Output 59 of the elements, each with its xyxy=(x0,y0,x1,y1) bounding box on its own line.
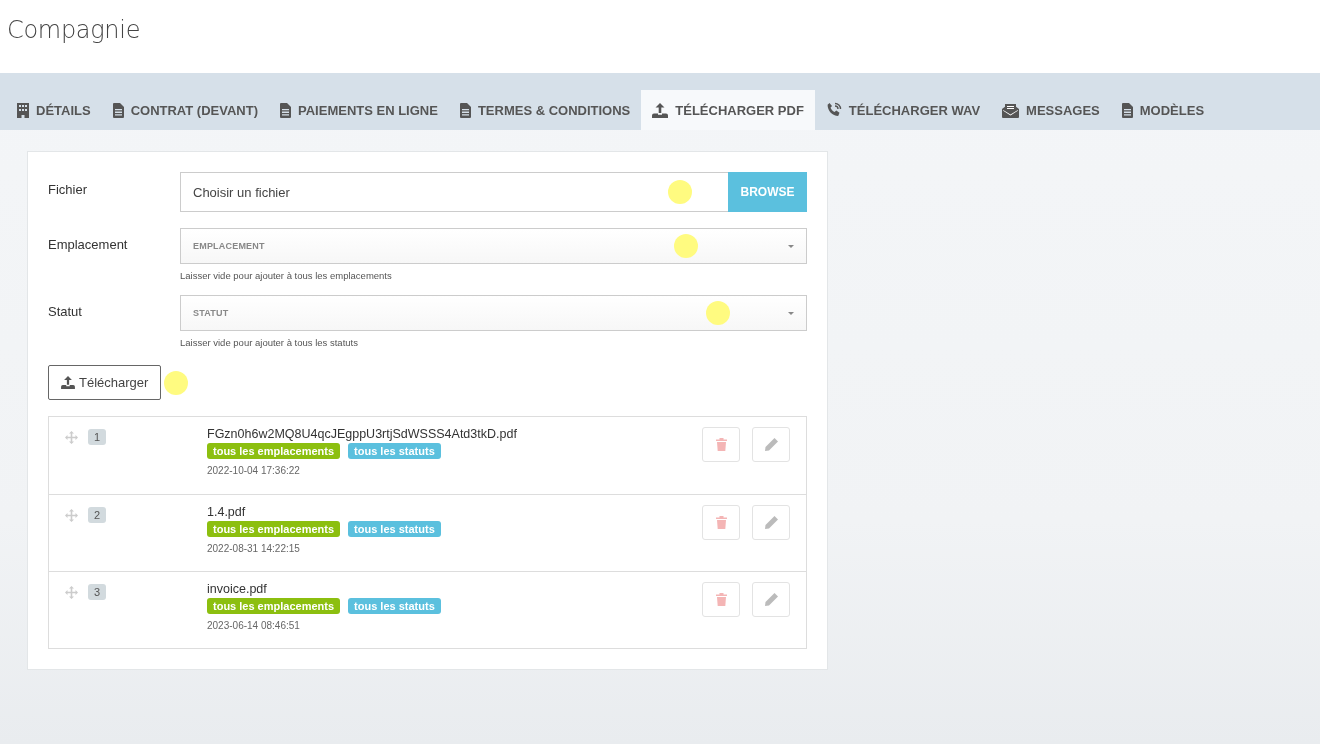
document-icon xyxy=(112,102,124,118)
caret-icon xyxy=(788,244,794,248)
pencil-icon xyxy=(764,593,778,606)
file-name: FGzn0h6w2MQ8U4qcJEgppU3rtjSdWSSS4Atd3tkD.pdf xyxy=(207,427,517,441)
field-label: Statut xyxy=(48,303,83,319)
upload-icon xyxy=(652,102,669,118)
move-icon[interactable] xyxy=(65,586,78,599)
page-title: Compagnie xyxy=(7,16,141,44)
tag: tous les statuts xyxy=(348,521,441,537)
trash-icon xyxy=(715,516,727,529)
upload-date: 2023-06-14 08:46:51 xyxy=(207,620,300,631)
pencil-icon xyxy=(764,438,778,451)
tab[interactable]: MODÈLES xyxy=(1110,90,1216,130)
field-hint: Laisser vide pour ajouter à tous les emplacements xyxy=(180,270,392,281)
tag: tous les emplacements xyxy=(207,521,341,537)
order-number: 3 xyxy=(88,584,107,600)
document-icon xyxy=(1121,102,1133,118)
edit-button[interactable] xyxy=(752,582,790,617)
upload-button[interactable]: Télécharger xyxy=(48,365,162,400)
tab[interactable]: TÉLÉCHARGER WAV xyxy=(814,90,992,130)
tab[interactable]: TERMES & CONDITIONS xyxy=(448,90,642,130)
edit-button[interactable] xyxy=(752,505,790,540)
order-number: 2 xyxy=(88,507,107,523)
file-name: invoice.pdf xyxy=(207,582,267,596)
delete-button[interactable] xyxy=(702,505,740,540)
tag: tous les statuts xyxy=(348,598,441,614)
document-icon xyxy=(280,102,291,118)
file-field[interactable]: Choisir un fichier BROWSE xyxy=(180,172,807,212)
delete-button[interactable] xyxy=(702,582,740,617)
select-field[interactable]: STATUT xyxy=(180,295,807,331)
upload-date: 2022-08-31 14:22:15 xyxy=(207,543,300,554)
field-label: Emplacement xyxy=(48,236,129,252)
select-field[interactable]: EMPLACEMENT xyxy=(180,228,807,264)
trash-icon xyxy=(715,438,727,451)
tab[interactable]: CONTRAT (DEVANT) xyxy=(101,90,269,130)
document-icon xyxy=(459,102,471,118)
order-number: 1 xyxy=(88,429,107,445)
delete-button[interactable] xyxy=(702,427,740,462)
field-hint: Laisser vide pour ajouter à tous les statuts xyxy=(180,337,358,348)
tab[interactable]: PAIEMENTS EN LIGNE xyxy=(269,90,449,130)
upload-date: 2022-10-04 17:36:22 xyxy=(207,465,300,476)
field-label: Fichier xyxy=(48,181,88,197)
caret-icon xyxy=(788,311,794,315)
move-icon[interactable] xyxy=(65,509,78,522)
envelope-icon xyxy=(1002,102,1020,118)
phone-icon xyxy=(825,102,842,118)
tab[interactable]: TÉLÉCHARGER PDF xyxy=(641,90,815,130)
trash-icon xyxy=(715,593,727,606)
building-icon xyxy=(17,102,29,118)
edit-button[interactable] xyxy=(752,427,790,462)
tag: tous les statuts xyxy=(348,443,441,459)
file-name: 1.4.pdf xyxy=(207,505,246,519)
tag: tous les emplacements xyxy=(207,598,341,614)
tab[interactable]: MESSAGES xyxy=(991,90,1111,130)
tag: tous les emplacements xyxy=(207,443,341,459)
pencil-icon xyxy=(764,516,778,529)
upload-icon xyxy=(61,376,75,389)
move-icon[interactable] xyxy=(65,431,78,444)
tab[interactable]: DÉTAILS xyxy=(6,90,102,130)
